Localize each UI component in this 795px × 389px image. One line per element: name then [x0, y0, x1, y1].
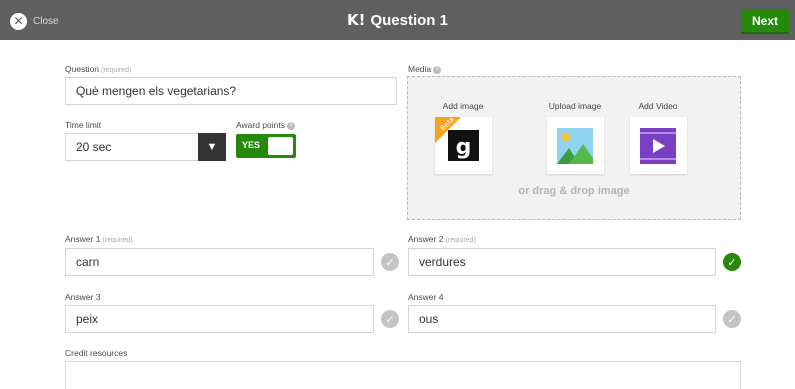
question-label: Question (required) [65, 64, 131, 74]
answer-2-correct-toggle[interactable]: ✓ [723, 253, 741, 271]
image-upload-icon[interactable] [546, 117, 604, 174]
page-title: K! Question 1 [0, 11, 795, 29]
award-points-label: Award points? [236, 120, 295, 130]
kahoot-logo: K! [347, 11, 366, 29]
answer-1-correct-toggle[interactable]: ✓ [381, 253, 399, 271]
toggle-knob [268, 137, 293, 155]
video-graphic [640, 127, 676, 164]
award-points-label-text: Award points [236, 120, 285, 130]
answer-4-label: Answer 4 [408, 292, 444, 302]
drag-drop-hint: or drag & drop image [518, 185, 630, 197]
answer-3-label: Answer 3 [65, 292, 101, 302]
add-video-option[interactable]: Add Video [618, 101, 698, 174]
video-icon[interactable] [629, 117, 687, 174]
answer-2-input[interactable]: verdures [408, 248, 716, 276]
getty-images-icon[interactable]: g Beta [434, 117, 492, 174]
top-bar: ✕ Close K! Question 1 Next [0, 0, 795, 40]
check-icon: ✓ [727, 313, 737, 326]
answer-3-input[interactable]: peix [65, 305, 374, 333]
svg-text:g: g [455, 135, 471, 160]
award-points-toggle[interactable]: YES [236, 134, 296, 158]
help-icon[interactable]: ? [286, 121, 295, 130]
time-limit-select[interactable]: 20 sec [65, 133, 199, 161]
next-button[interactable]: Next [741, 9, 789, 34]
help-icon[interactable]: ? [433, 65, 442, 74]
getty-images-graphic: g Beta [434, 117, 479, 161]
answer-4-input[interactable]: ous [408, 305, 716, 333]
required-hint: (required) [445, 237, 476, 244]
add-video-label: Add Video [638, 101, 678, 111]
answer-1-label-text: Answer 1 [65, 234, 101, 244]
required-hint: (required) [101, 67, 132, 74]
credit-resources-label: Credit resources [65, 348, 128, 358]
answer-1-label: Answer 1 (required) [65, 234, 133, 244]
answer-4-correct-toggle[interactable]: ✓ [723, 310, 741, 328]
question-label-text: Question [65, 64, 100, 74]
answer-2-label: Answer 2 (required) [408, 234, 476, 244]
toggle-label: YES [242, 140, 261, 150]
media-dropzone[interactable]: Add image g Beta Upload image Add Video [407, 76, 741, 220]
question-title: Question 1 [370, 12, 448, 29]
check-icon: ✓ [385, 313, 395, 326]
time-limit-label: Time limit [65, 120, 102, 130]
chevron-down-icon[interactable]: ▼ [198, 133, 226, 161]
check-icon: ✓ [385, 256, 395, 269]
upload-image-label: Upload image [548, 101, 602, 111]
credit-resources-input[interactable] [65, 361, 741, 389]
upload-image-option[interactable]: Upload image [535, 101, 615, 174]
answer-3-correct-toggle[interactable]: ✓ [381, 310, 399, 328]
question-input[interactable]: Què mengen els vegetarians? [65, 77, 397, 105]
answer-2-label-text: Answer 2 [408, 234, 444, 244]
add-image-option[interactable]: Add image g Beta [423, 101, 503, 174]
check-icon: ✓ [727, 256, 737, 269]
add-image-label: Add image [442, 101, 484, 111]
image-graphic [557, 127, 593, 164]
media-label: Media? [408, 64, 442, 74]
media-label-text: Media [408, 64, 432, 74]
answer-1-input[interactable]: carn [65, 248, 374, 276]
required-hint: (required) [102, 237, 133, 244]
